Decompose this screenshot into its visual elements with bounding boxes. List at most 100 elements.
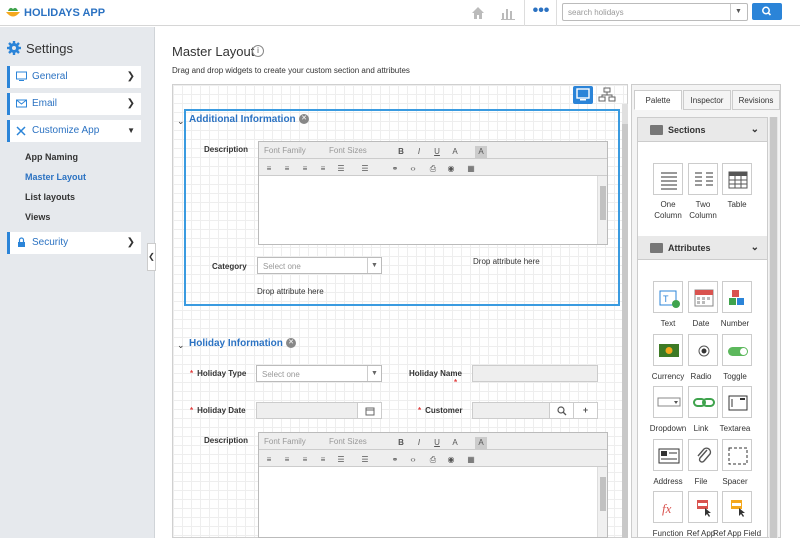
- sidebar-subitem-app-naming[interactable]: App Naming: [25, 152, 78, 162]
- remove-section-icon[interactable]: ✕: [299, 114, 309, 124]
- calendar-button[interactable]: [357, 402, 382, 419]
- underline-button[interactable]: U: [431, 146, 443, 158]
- font-sizes-select[interactable]: Font Sizes: [329, 437, 367, 446]
- editor-text-area[interactable]: [259, 176, 607, 244]
- sidebar-item-general[interactable]: General ❯: [7, 66, 141, 88]
- chevron-down-icon[interactable]: ⌄: [177, 340, 185, 351]
- category-select[interactable]: Select one ▼: [257, 257, 382, 274]
- bold-button[interactable]: B: [395, 437, 407, 449]
- one-column-widget[interactable]: [653, 163, 683, 195]
- ref-app-field-widget[interactable]: [722, 491, 752, 523]
- sidebar-subitem-views[interactable]: Views: [25, 212, 50, 222]
- editor-scrollbar[interactable]: [597, 467, 607, 537]
- preview-icon[interactable]: ◉: [445, 163, 457, 175]
- currency-widget[interactable]: [653, 334, 683, 366]
- font-family-select[interactable]: Font Family: [264, 437, 306, 446]
- link-icon[interactable]: ⚭: [389, 454, 401, 466]
- address-widget[interactable]: [653, 439, 683, 471]
- holiday-type-select[interactable]: Select one ▼: [256, 365, 382, 382]
- drop-zone[interactable]: Drop attribute here: [473, 257, 540, 266]
- justify-icon[interactable]: ≡: [317, 454, 329, 466]
- toggle-widget[interactable]: [722, 334, 752, 366]
- print-icon[interactable]: ⎙: [427, 163, 439, 175]
- section-title-holiday-information[interactable]: Holiday Information: [189, 338, 283, 349]
- highlight-button[interactable]: A: [475, 146, 487, 158]
- info-icon[interactable]: i: [252, 45, 264, 57]
- sidebar-subitem-master-layout[interactable]: Master Layout: [25, 172, 86, 182]
- palette-scrollbar[interactable]: [769, 117, 778, 538]
- remove-section-icon[interactable]: ✕: [286, 338, 296, 348]
- sidebar-item-customize-app[interactable]: Customize App ▼: [7, 120, 141, 142]
- table-widget[interactable]: [722, 163, 752, 195]
- desktop-view-button[interactable]: [573, 86, 593, 104]
- customer-search-button[interactable]: [549, 402, 574, 419]
- two-column-widget[interactable]: [688, 163, 718, 195]
- print-icon[interactable]: ⎙: [427, 454, 439, 466]
- search-button[interactable]: [752, 3, 782, 20]
- description-editor[interactable]: Font Family Font Sizes B I U A A ≡ ≡ ≡ ≡…: [258, 432, 608, 538]
- add-customer-button[interactable]: +: [573, 402, 598, 419]
- italic-button[interactable]: I: [413, 437, 425, 449]
- attributes-header[interactable]: Attributes ⌄: [638, 236, 767, 260]
- chevron-down-icon[interactable]: ▼: [730, 4, 746, 20]
- sidebar-item-email[interactable]: Email ❯: [7, 93, 141, 115]
- bold-button[interactable]: B: [395, 146, 407, 158]
- date-widget[interactable]: [688, 281, 718, 313]
- text-widget[interactable]: T: [653, 281, 683, 313]
- highlight-button[interactable]: A: [475, 437, 487, 449]
- editor-scrollbar[interactable]: [597, 176, 607, 244]
- numbered-list-icon[interactable]: ☰: [359, 163, 371, 175]
- align-left-icon[interactable]: ≡: [263, 454, 275, 466]
- spacer-widget[interactable]: [722, 439, 752, 471]
- description-editor[interactable]: Font Family Font Sizes B I U A A ≡ ≡ ≡ ≡…: [258, 141, 608, 245]
- number-widget[interactable]: [722, 281, 752, 313]
- editor-text-area[interactable]: [259, 467, 607, 537]
- holiday-name-field[interactable]: [472, 365, 598, 382]
- dropdown-widget[interactable]: [653, 386, 683, 418]
- numbered-list-icon[interactable]: ☰: [359, 454, 371, 466]
- preview-icon[interactable]: ◉: [445, 454, 457, 466]
- table-icon[interactable]: ▦: [465, 163, 477, 175]
- align-right-icon[interactable]: ≡: [299, 454, 311, 466]
- text-color-button[interactable]: A: [449, 437, 461, 449]
- table-icon[interactable]: ▦: [465, 454, 477, 466]
- collapse-sidebar-button[interactable]: ❮: [147, 243, 156, 271]
- chevron-down-icon[interactable]: ⌄: [177, 116, 185, 127]
- code-icon[interactable]: ‹›: [407, 454, 419, 466]
- sidebar-item-security[interactable]: Security ❯: [7, 232, 141, 254]
- tab-palette[interactable]: Palette: [634, 90, 682, 110]
- function-widget[interactable]: fx: [653, 491, 683, 523]
- sidebar-subitem-list-layouts[interactable]: List layouts: [25, 192, 75, 202]
- code-icon[interactable]: ‹›: [407, 163, 419, 175]
- link-widget[interactable]: [688, 386, 718, 418]
- file-widget[interactable]: [688, 439, 718, 471]
- bullet-list-icon[interactable]: ☰: [335, 454, 347, 466]
- align-center-icon[interactable]: ≡: [281, 163, 293, 175]
- font-sizes-select[interactable]: Font Sizes: [329, 146, 367, 155]
- home-icon[interactable]: [470, 5, 486, 21]
- align-right-icon[interactable]: ≡: [299, 163, 311, 175]
- chart-icon[interactable]: [500, 5, 516, 21]
- font-family-select[interactable]: Font Family: [264, 146, 306, 155]
- customer-field[interactable]: [472, 402, 550, 419]
- sections-header[interactable]: Sections ⌄: [638, 118, 767, 142]
- drop-zone[interactable]: Drop attribute here: [257, 287, 324, 296]
- link-icon[interactable]: ⚭: [389, 163, 401, 175]
- hierarchy-view-button[interactable]: [597, 86, 617, 104]
- search-input[interactable]: search holidays: [562, 3, 748, 21]
- app-name[interactable]: HOLIDAYS APP: [24, 7, 105, 19]
- bullet-list-icon[interactable]: ☰: [335, 163, 347, 175]
- textarea-widget[interactable]: [722, 386, 752, 418]
- underline-button[interactable]: U: [431, 437, 443, 449]
- text-color-button[interactable]: A: [449, 146, 461, 158]
- tab-revisions[interactable]: Revisions: [732, 90, 780, 110]
- holiday-date-field[interactable]: [256, 402, 358, 419]
- align-left-icon[interactable]: ≡: [263, 163, 275, 175]
- tab-inspector[interactable]: Inspector: [683, 90, 731, 110]
- section-title-additional-information[interactable]: Additional Information: [189, 114, 296, 125]
- radio-widget[interactable]: [688, 334, 718, 366]
- align-center-icon[interactable]: ≡: [281, 454, 293, 466]
- ref-app-widget[interactable]: [688, 491, 718, 523]
- italic-button[interactable]: I: [413, 146, 425, 158]
- canvas-scrollbar[interactable]: [622, 104, 628, 538]
